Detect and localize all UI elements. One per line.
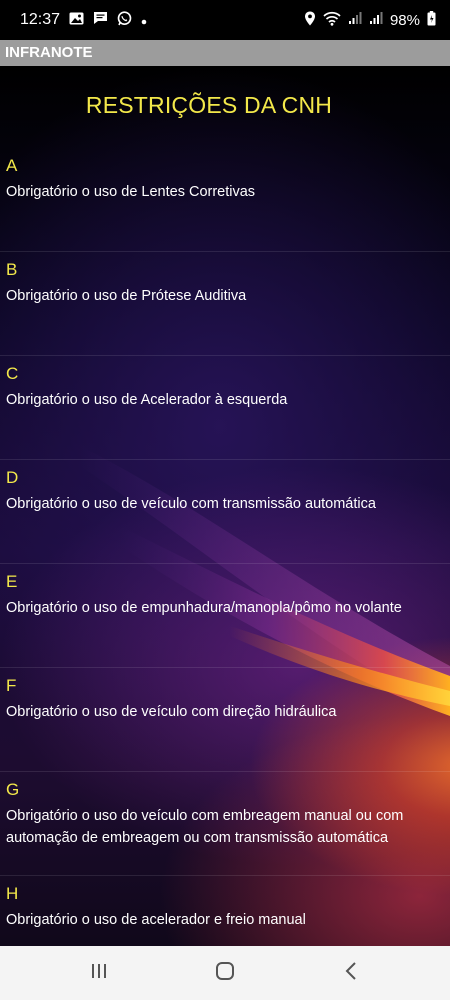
app-title: INFRANOTE: [0, 40, 450, 66]
restriction-letter: C: [6, 364, 19, 383]
location-icon: [304, 11, 316, 30]
status-left: 12:37: [20, 10, 147, 30]
status-time: 12:37: [20, 11, 61, 28]
back-icon: [345, 961, 357, 985]
signal-icon: [369, 11, 383, 29]
restriction-letter: G: [6, 780, 20, 799]
list-item[interactable]: D Obrigatório o uso de veículo com trans…: [0, 460, 450, 564]
restriction-description: Obrigatório o uso de Prótese Auditiva: [6, 288, 247, 304]
recents-icon: [90, 963, 108, 984]
restriction-letter: F: [6, 676, 17, 695]
dot-icon: [141, 12, 147, 29]
restriction-letter: H: [6, 884, 19, 903]
chat-icon: [93, 11, 108, 29]
wifi-icon: [323, 11, 341, 30]
restriction-description: Obrigatório o uso de veículo com direção…: [6, 704, 337, 720]
restriction-letter: A: [6, 156, 18, 175]
restriction-letter: B: [6, 260, 18, 279]
list-item[interactable]: E Obrigatório o uso de empunhadura/manop…: [0, 564, 450, 668]
list-item[interactable]: F Obrigatório o uso de veículo com direç…: [0, 668, 450, 772]
navigation-bar: [0, 946, 450, 1000]
home-icon: [215, 961, 235, 986]
list-item[interactable]: B Obrigatório o uso de Prótese Auditiva: [0, 252, 450, 356]
list-item[interactable]: A Obrigatório o uso de Lentes Corretivas: [0, 148, 450, 252]
content-area[interactable]: RESTRIÇÕES DA CNH A Obrigatório o uso de…: [0, 66, 450, 946]
restriction-description: Obrigatório o uso de empunhadura/manopla…: [6, 600, 402, 616]
recents-button[interactable]: [64, 946, 134, 1000]
restriction-letter: D: [6, 468, 19, 487]
screen: 12:37 98% INFRANOTE RESTRIÇÕES DA CNH A …: [0, 0, 450, 1000]
list-item[interactable]: G Obrigatório o uso do veículo com embre…: [0, 772, 450, 876]
status-right: 98%: [304, 10, 436, 30]
signal-icon: [348, 11, 362, 29]
list-item[interactable]: H Obrigatório o uso de acelerador e frei…: [0, 876, 450, 946]
restriction-description: Obrigatório o uso do veículo com embreag…: [6, 808, 404, 846]
page-title: RESTRIÇÕES DA CNH: [85, 92, 333, 118]
status-bar: 12:37 98%: [0, 0, 450, 40]
restriction-description: Obrigatório o uso de veículo com transmi…: [6, 496, 376, 512]
restriction-description: Obrigatório o uso de acelerador e freio …: [6, 912, 306, 928]
restriction-letter: E: [6, 572, 18, 591]
restriction-list: A Obrigatório o uso de Lentes Corretivas…: [0, 148, 450, 946]
restriction-description: Obrigatório o uso de Acelerador à esquer…: [6, 392, 288, 408]
image-icon: [69, 12, 84, 29]
list-item[interactable]: C Obrigatório o uso de Acelerador à esqu…: [0, 356, 450, 460]
battery-percent: 98%: [389, 11, 420, 29]
home-button[interactable]: [190, 946, 260, 1000]
battery-icon: [427, 10, 436, 30]
restriction-description: Obrigatório o uso de Lentes Corretivas: [6, 184, 256, 200]
whatsapp-icon: [117, 10, 132, 30]
back-button[interactable]: [316, 946, 386, 1000]
